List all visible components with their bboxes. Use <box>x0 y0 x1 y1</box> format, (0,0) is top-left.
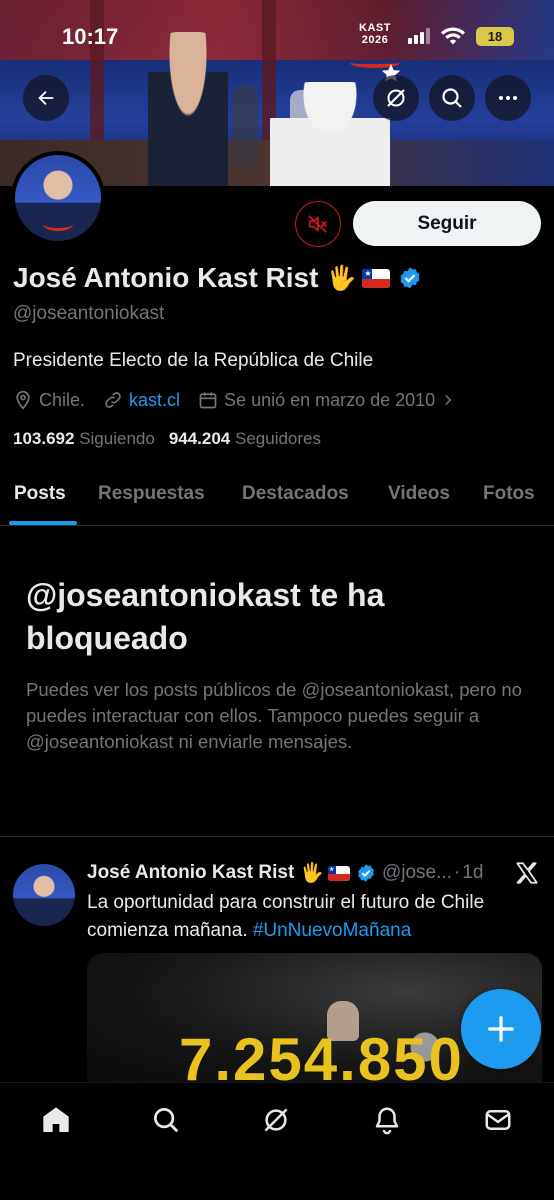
banner-background-person <box>232 86 258 166</box>
mute-button[interactable] <box>295 201 341 247</box>
profile-name-row: José Antonio Kast Rist 🖐 ★ <box>13 262 422 294</box>
tab-videos[interactable]: Videos <box>388 483 450 505</box>
profile-handle: @joseantoniokast <box>13 303 165 324</box>
profile-joined[interactable]: Se unió en marzo de 2010 <box>198 390 455 411</box>
nav-grok[interactable] <box>259 1103 293 1137</box>
active-tab-indicator <box>9 521 77 525</box>
nav-notifications[interactable] <box>370 1103 404 1137</box>
divider <box>0 836 554 837</box>
profile-location: Chile. <box>13 390 85 411</box>
chevron-right-icon <box>445 394 452 406</box>
location-text: Chile. <box>39 389 86 410</box>
profile-tabs: Posts Respuestas Destacados Videos Fotos <box>0 464 554 526</box>
search-icon <box>154 1108 179 1133</box>
profile-name: José Antonio Kast Rist <box>13 262 319 293</box>
grok-icon <box>387 89 405 107</box>
profile-meta: Chile. kast.cl Se unió en marzo de 2010 <box>13 389 473 411</box>
search-button[interactable] <box>429 75 475 121</box>
bottom-navigation <box>0 1082 554 1200</box>
search-icon <box>442 88 462 108</box>
website-link[interactable]: kast.cl <box>129 390 180 411</box>
tab-respuestas[interactable]: Respuestas <box>98 483 205 505</box>
nav-messages[interactable] <box>481 1103 515 1137</box>
profile-avatar[interactable] <box>11 151 105 245</box>
plus-icon <box>488 1016 514 1042</box>
calendar-icon <box>199 392 217 409</box>
messages-icon <box>485 1110 511 1130</box>
battery-indicator: 18 <box>476 27 514 46</box>
verified-badge-icon[interactable] <box>398 266 422 290</box>
status-bar: 10:17 18 <box>0 0 554 74</box>
followers-count: 944.204 <box>168 429 231 448</box>
home-icon <box>43 1107 69 1132</box>
location-pin-icon <box>16 390 30 410</box>
joined-text: Se unió en marzo de 2010 <box>224 389 436 410</box>
nav-home[interactable] <box>39 1103 73 1137</box>
nav-search[interactable] <box>149 1103 183 1137</box>
blocked-description: Puedes ver los posts públicos de @josean… <box>26 679 522 752</box>
following-label: Siguiendo <box>79 429 155 448</box>
followers-stat[interactable]: 944.204 Seguidores <box>169 429 321 448</box>
follow-button[interactable]: Seguir <box>353 201 541 246</box>
arrow-left-icon <box>38 90 54 106</box>
notifications-icon <box>375 1107 399 1135</box>
post-hashtag[interactable]: #UnNuevoMañana <box>253 920 411 941</box>
profile-stats: 103.692 Siguiendo 944.204 Seguidores <box>13 429 321 449</box>
followers-label: Seguidores <box>235 429 322 448</box>
tab-destacados[interactable]: Destacados <box>242 483 349 505</box>
post-author-avatar[interactable] <box>13 864 75 926</box>
banner-woman <box>270 82 390 186</box>
link-icon <box>105 392 121 408</box>
media-vote-count: 7.254.850 <box>179 1026 464 1083</box>
post-text: La oportunidad para construir el futuro … <box>87 889 542 945</box>
chile-flag-icon: ★ <box>327 865 350 881</box>
chile-flag-icon: ★ <box>362 268 391 288</box>
post-header: José Antonio Kast Rist 🖐 ★ @jose... · 1d <box>87 860 487 886</box>
blocked-title: @joseantoniokast te ha bloqueado <box>26 577 385 656</box>
post-author-name[interactable]: José Antonio Kast Rist <box>87 862 294 884</box>
more-horizontal-icon <box>499 96 517 100</box>
status-time: 10:17 <box>62 24 119 49</box>
back-button[interactable] <box>23 75 69 121</box>
avatar-flag-detail <box>43 217 73 231</box>
post-author-handle: @jose... <box>381 862 452 883</box>
grok-icon <box>264 1108 288 1132</box>
following-stat[interactable]: 103.692 Siguiendo <box>13 429 155 448</box>
wifi-icon <box>441 27 465 45</box>
cellular-signal-icon <box>408 28 432 44</box>
raised-hand-emoji: 🖐 <box>326 264 357 292</box>
profile-website[interactable]: kast.cl <box>103 390 180 411</box>
raised-hand-emoji: 🖐 <box>300 863 324 884</box>
tab-fotos[interactable]: Fotos <box>483 483 535 505</box>
post-dot: · <box>453 862 461 883</box>
tab-posts[interactable]: Posts <box>14 483 66 505</box>
profile-bio: Presidente Electo de la República de Chi… <box>13 350 374 371</box>
speaker-muted-icon <box>308 215 327 233</box>
grok-button[interactable] <box>373 75 419 121</box>
post-time[interactable]: 1d <box>462 862 483 884</box>
following-count: 103.692 <box>13 429 75 448</box>
verified-badge-icon <box>358 864 374 882</box>
compose-post-button[interactable] <box>461 989 541 1069</box>
more-button[interactable] <box>485 75 531 121</box>
x-logo-icon <box>516 862 538 884</box>
